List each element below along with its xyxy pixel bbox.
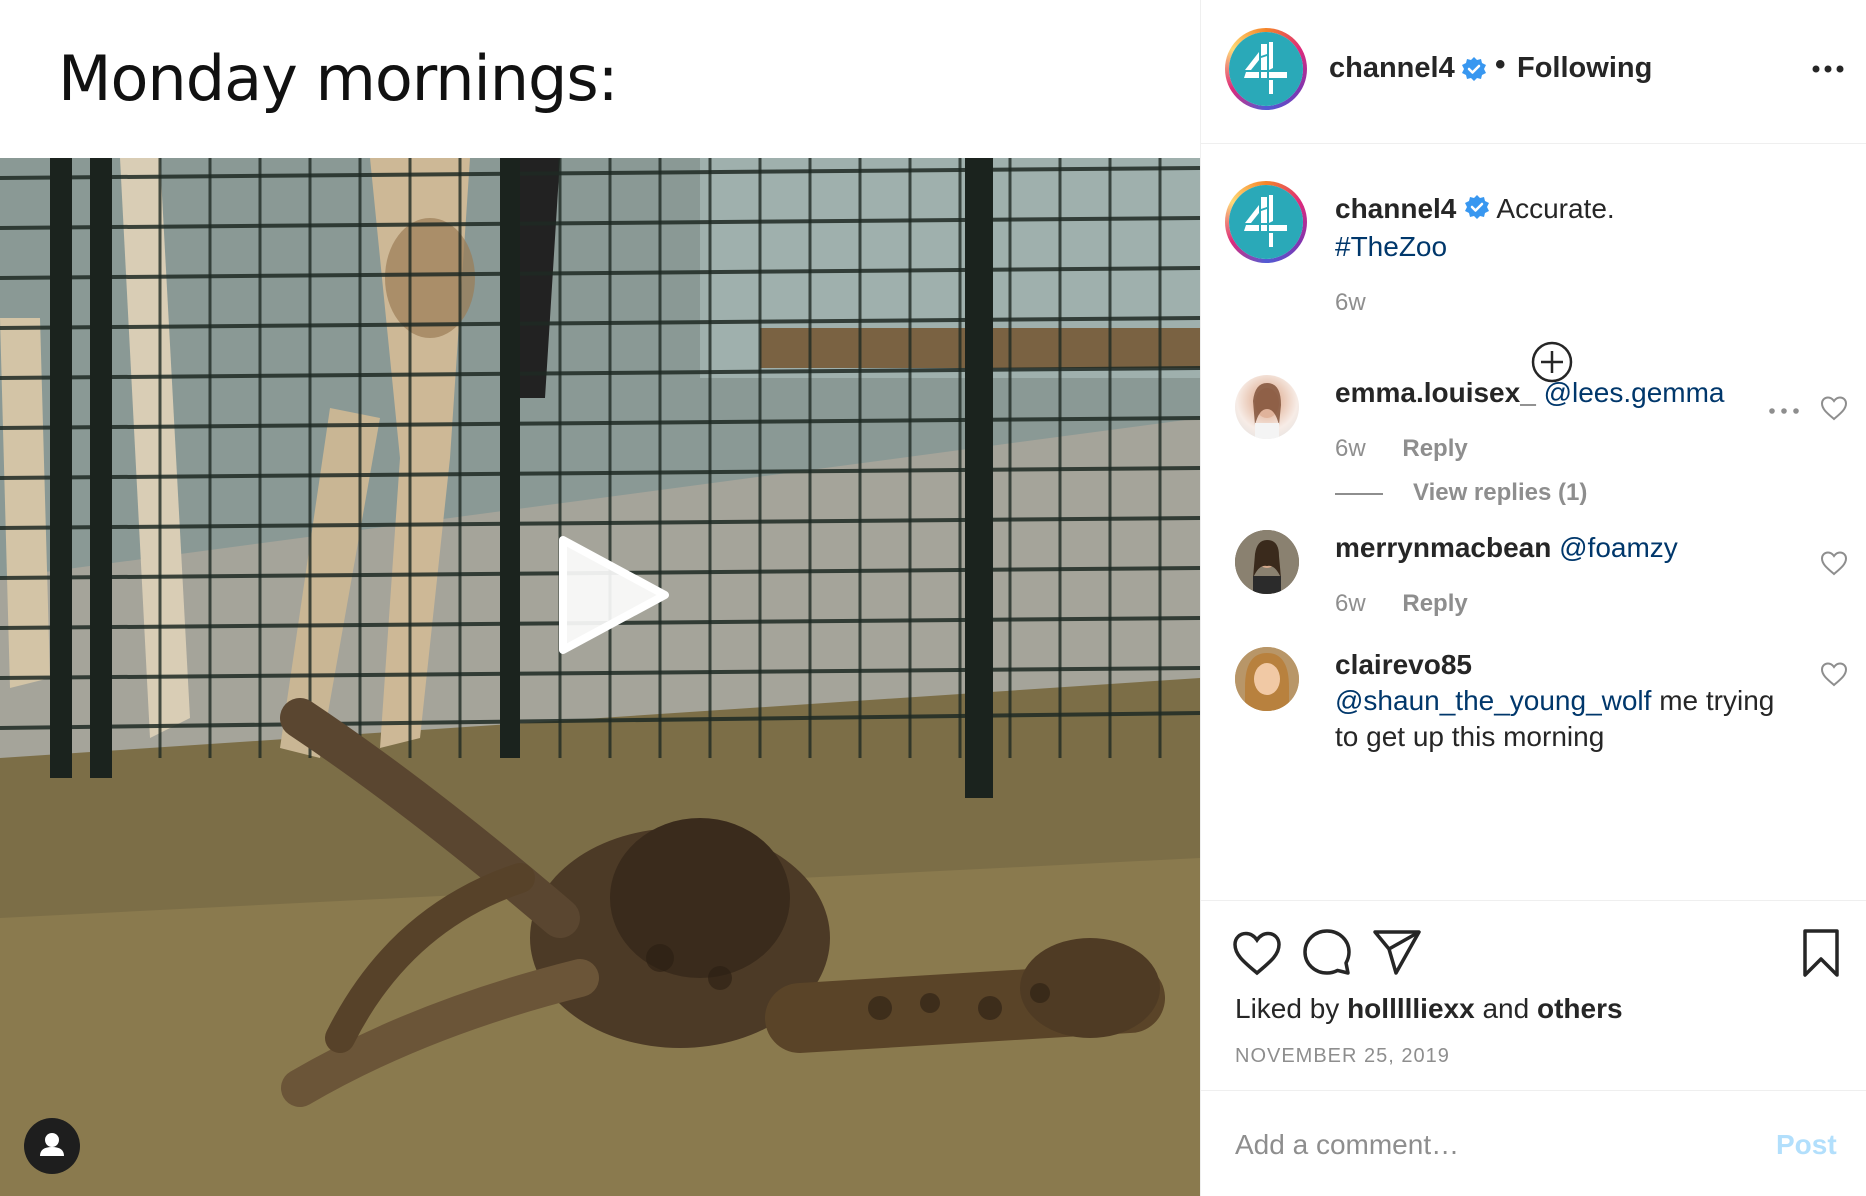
- comment-options-button[interactable]: [1766, 401, 1802, 421]
- play-button[interactable]: [545, 530, 675, 660]
- bookmark-icon: [1803, 929, 1839, 977]
- caption-username[interactable]: channel4: [1335, 193, 1456, 224]
- post-actions: Liked by hollllliexx and others NOVEMBER…: [1201, 900, 1866, 1090]
- post-caption: channel4 Accurate. #TheZoo: [1335, 191, 1795, 265]
- comments-list[interactable]: channel4 Accurate. #TheZoo 6w emma.louis…: [1201, 145, 1866, 900]
- liked-by-others[interactable]: others: [1537, 993, 1623, 1024]
- comment-username[interactable]: clairevo85: [1335, 649, 1472, 680]
- profile-photo: [1235, 647, 1299, 711]
- caption-hashtag[interactable]: #TheZoo: [1335, 231, 1447, 262]
- video-frame: [0, 158, 1200, 1196]
- header-separator: •: [1495, 48, 1506, 81]
- comment-like-button[interactable]: [1819, 548, 1849, 578]
- view-replies-label: View replies (1): [1413, 479, 1588, 506]
- tagged-users-button[interactable]: [24, 1118, 80, 1174]
- add-comment-bar: Post: [1201, 1090, 1866, 1196]
- channel4-logo-icon: [1244, 42, 1287, 94]
- post-options-button[interactable]: [1809, 50, 1847, 88]
- comment-text: merrynmacbean @foamzy: [1335, 530, 1775, 566]
- heart-icon: [1820, 396, 1848, 421]
- save-button[interactable]: [1793, 925, 1849, 981]
- view-replies-button[interactable]: View replies (1): [1335, 479, 1587, 507]
- comment-button[interactable]: [1299, 925, 1355, 981]
- post-header: channel4 • Following: [1201, 0, 1866, 144]
- profile-photo: [1235, 530, 1299, 594]
- caption-text: Accurate.: [1496, 193, 1615, 224]
- like-button[interactable]: [1229, 925, 1285, 981]
- play-icon: [559, 536, 669, 654]
- comment-timestamp[interactable]: 6w: [1335, 435, 1366, 462]
- share-icon: [1373, 930, 1421, 975]
- post-side-panel: channel4 • Following channel4 Accurate. …: [1200, 0, 1866, 1196]
- comment-reply-button[interactable]: Reply: [1402, 435, 1467, 462]
- comment-input[interactable]: [1235, 1123, 1735, 1167]
- verified-icon: [1461, 56, 1487, 87]
- user-tag-icon: [40, 1133, 64, 1156]
- comment-like-button[interactable]: [1819, 393, 1849, 423]
- meme-caption-text: Monday mornings:: [58, 42, 619, 115]
- heart-icon: [1820, 662, 1848, 687]
- likes-and: and: [1482, 993, 1530, 1024]
- caption-timestamp[interactable]: 6w: [1335, 289, 1366, 317]
- following-button[interactable]: Following: [1517, 52, 1652, 85]
- commenter-avatar[interactable]: [1235, 375, 1299, 439]
- commenter-avatar[interactable]: [1235, 530, 1299, 594]
- comment-icon: [1303, 929, 1351, 975]
- verified-icon: [1464, 193, 1490, 229]
- comment-username[interactable]: emma.louisex_: [1335, 377, 1536, 408]
- comment-meta: 6w Reply: [1335, 435, 1498, 463]
- channel4-logo-icon: [1244, 195, 1287, 247]
- comment-mention[interactable]: @shaun_the_young_wolf: [1335, 685, 1651, 716]
- post-date[interactable]: NOVEMBER 25, 2019: [1235, 1045, 1450, 1068]
- more-icon: [1812, 65, 1844, 73]
- comment-reply-button[interactable]: Reply: [1402, 590, 1467, 617]
- comment-like-button[interactable]: [1819, 659, 1849, 689]
- liked-by-user[interactable]: hollllliexx: [1347, 993, 1475, 1024]
- caption-author-avatar[interactable]: [1225, 181, 1307, 263]
- likes-summary: Liked by hollllliexx and others: [1235, 993, 1623, 1025]
- video-player[interactable]: [0, 158, 1200, 1196]
- author-avatar[interactable]: [1225, 28, 1307, 110]
- comment-text: clairevo85 @shaun_the_young_wolf me tryi…: [1335, 647, 1775, 755]
- profile-photo: [1253, 383, 1281, 439]
- comment-text: emma.louisex_ @lees.gemma: [1335, 375, 1775, 411]
- comment-username[interactable]: merrynmacbean: [1335, 532, 1551, 563]
- meme-caption-band: Monday mornings:: [0, 0, 1200, 158]
- commenter-avatar[interactable]: [1235, 647, 1299, 711]
- comment-mention[interactable]: @foamzy: [1559, 532, 1678, 563]
- replies-line: [1335, 492, 1383, 495]
- more-icon: [1769, 408, 1799, 414]
- comment-mention[interactable]: @lees.gemma: [1544, 377, 1725, 408]
- post-media: Monday mornings:: [0, 0, 1200, 1196]
- likes-prefix: Liked by: [1235, 993, 1340, 1024]
- share-button[interactable]: [1369, 925, 1425, 981]
- comment-timestamp[interactable]: 6w: [1335, 590, 1366, 617]
- post-comment-button[interactable]: Post: [1776, 1129, 1837, 1161]
- heart-icon: [1820, 551, 1848, 576]
- comment-meta: 6w Reply: [1335, 590, 1498, 618]
- author-username[interactable]: channel4: [1329, 52, 1455, 85]
- heart-icon: [1233, 931, 1281, 976]
